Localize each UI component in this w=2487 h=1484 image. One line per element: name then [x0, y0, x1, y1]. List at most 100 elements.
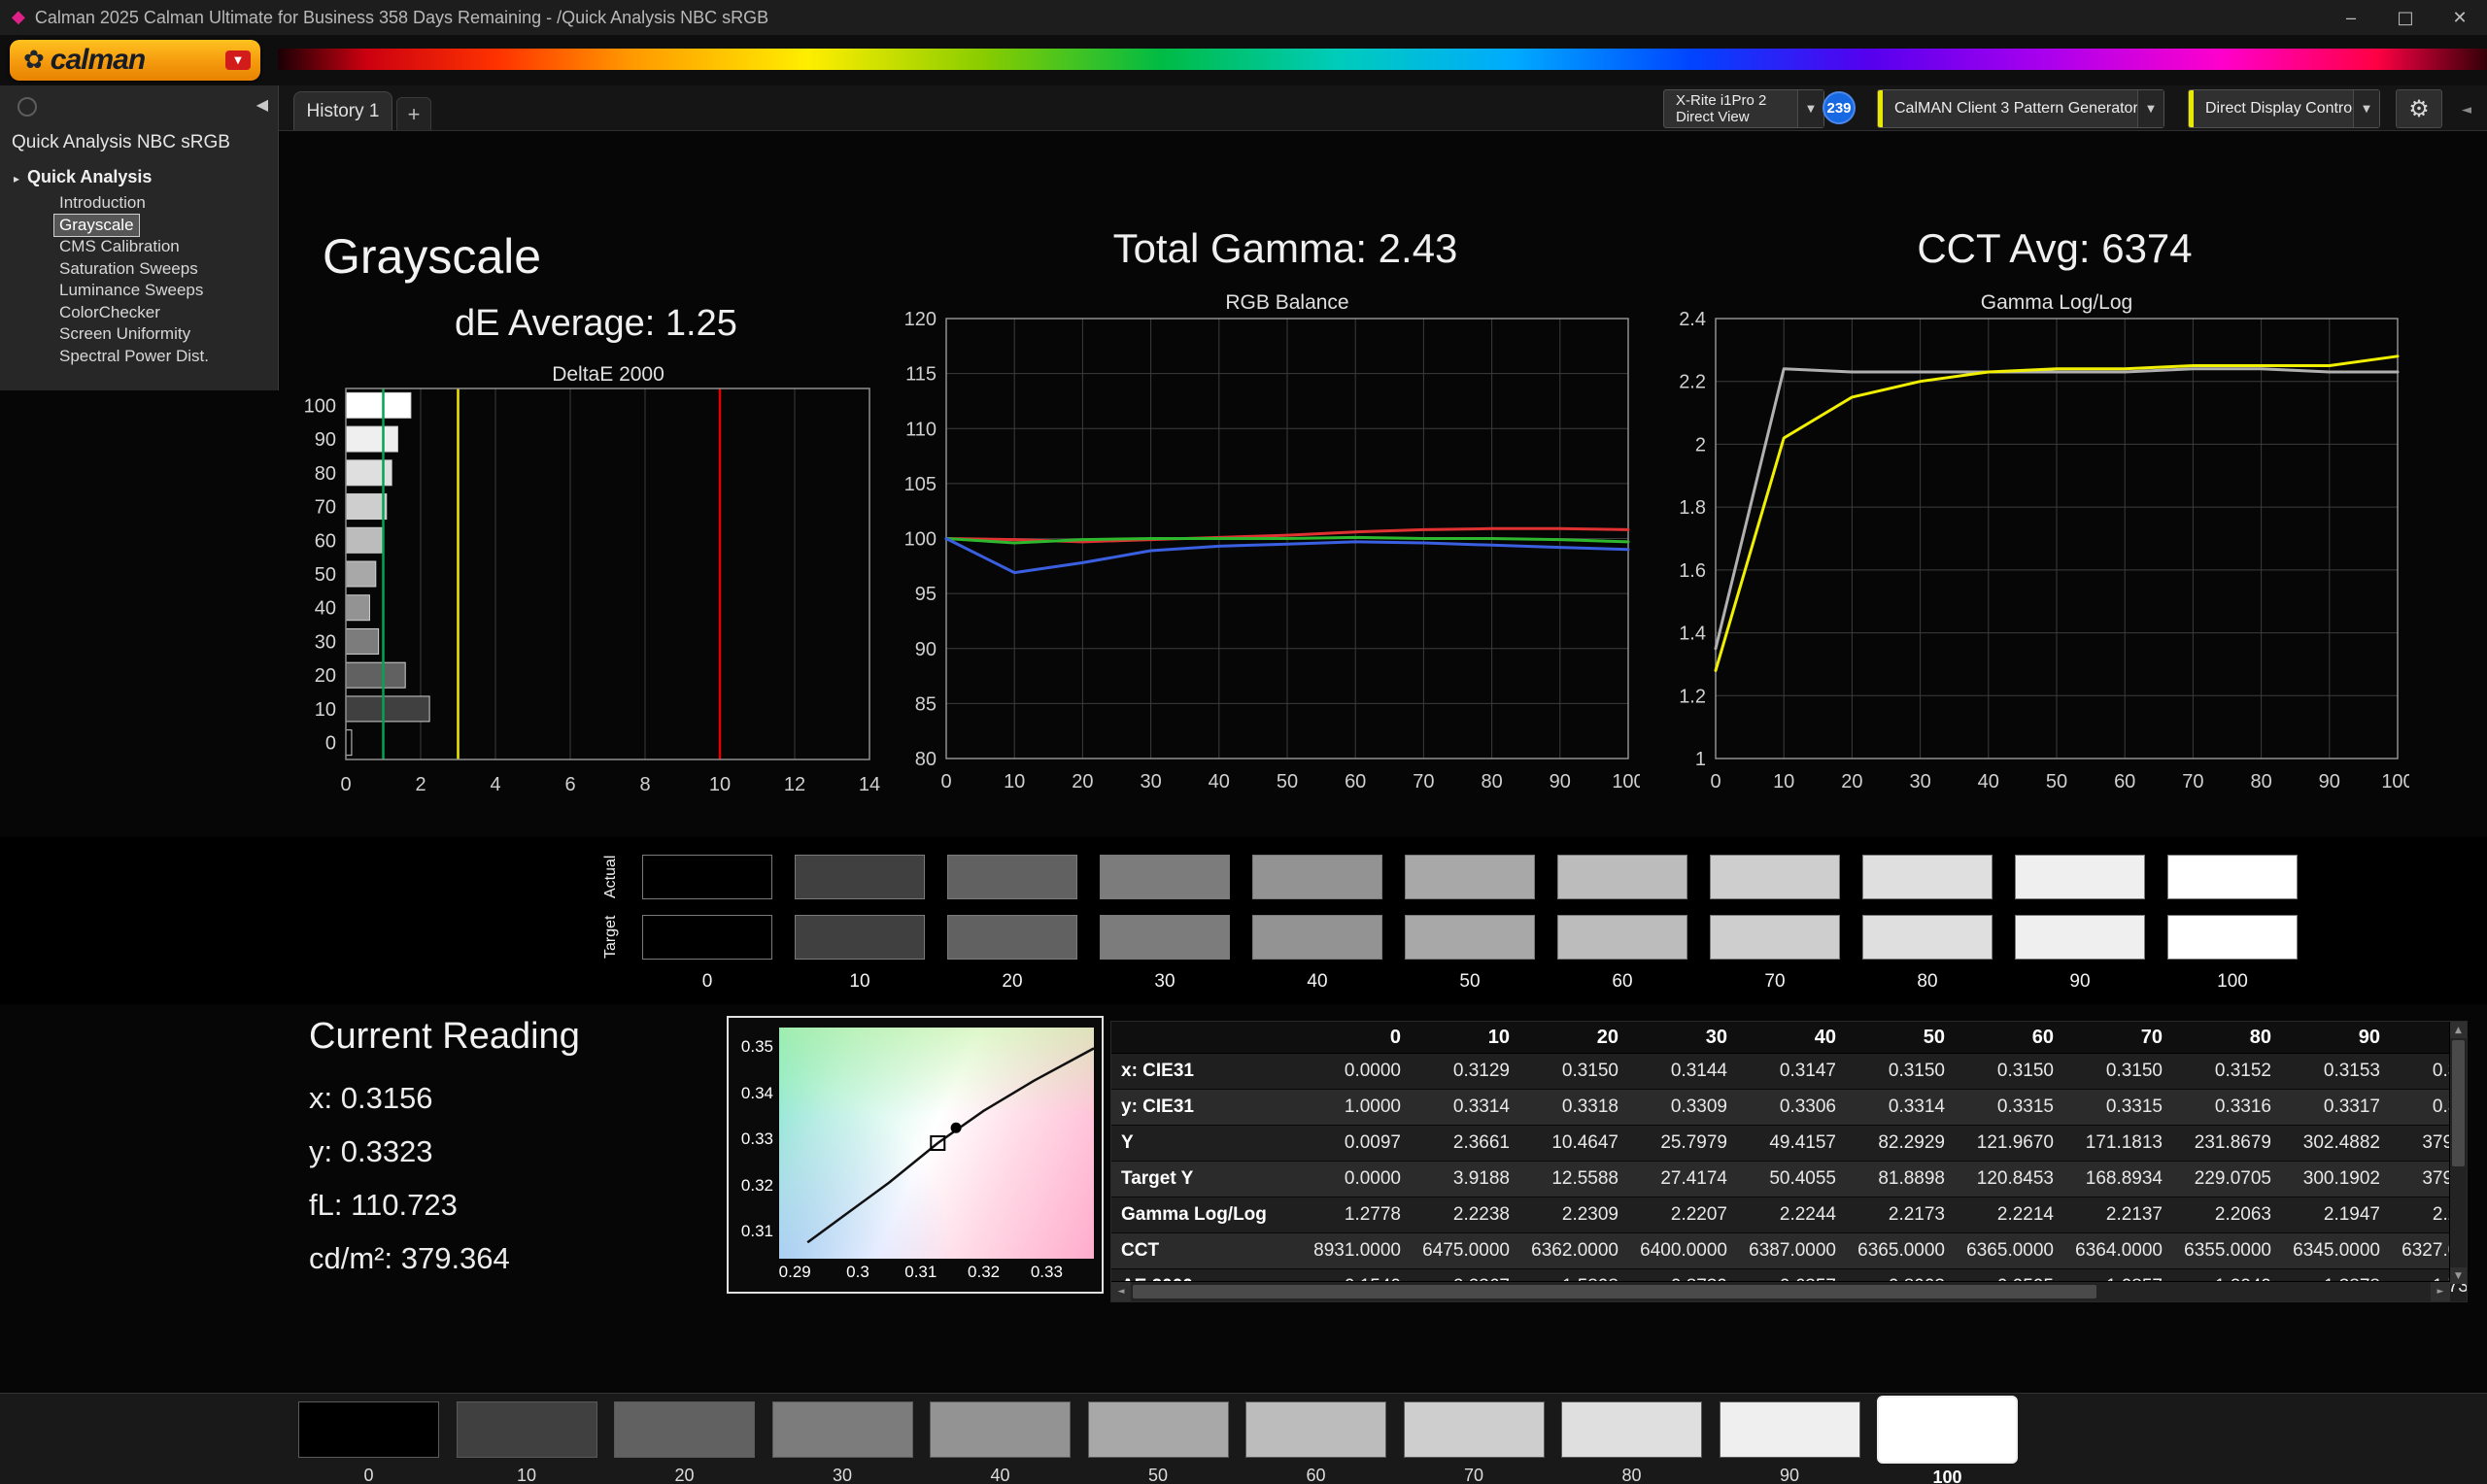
svg-text:20: 20 — [1841, 771, 1862, 793]
patch-30[interactable]: 30 — [771, 1401, 913, 1484]
calman-diamond-icon: ◆ — [12, 7, 25, 27]
target-swatch-10 — [795, 915, 925, 960]
sidebar-item-saturation-sweeps[interactable]: Saturation Sweeps — [54, 258, 203, 281]
table-cell: 0.3318 — [1523, 1089, 1632, 1126]
table-cell: 50.4055 — [1741, 1161, 1850, 1197]
svg-text:2: 2 — [1695, 434, 1706, 455]
minimize-button[interactable]: – — [2324, 0, 2378, 35]
scroll-up-button[interactable]: ▲ — [2450, 1022, 2467, 1038]
target-swatch-50 — [1405, 915, 1535, 960]
deltae-bar-70 — [345, 493, 388, 521]
reading-cdm2-value: cd/m²: 379.364 — [309, 1241, 510, 1275]
tab-add-button[interactable]: + — [396, 97, 431, 130]
scroll-left-button[interactable]: ◄ — [1111, 1282, 1131, 1301]
patch-70[interactable]: 70 — [1403, 1401, 1545, 1484]
table-cell: 0.3150 — [2067, 1053, 2176, 1090]
patch-100[interactable]: 100 — [1877, 1396, 2018, 1484]
svg-text:50: 50 — [2046, 771, 2067, 793]
titlebar: ◆ Calman 2025 Calman Ultimate for Busine… — [0, 0, 2487, 36]
swatch-level-label: 30 — [1154, 971, 1175, 992]
svg-text:110: 110 — [905, 419, 937, 440]
sidebar-item-luminance-sweeps[interactable]: Luminance Sweeps — [54, 280, 208, 302]
patch-swatch-20 — [614, 1401, 755, 1458]
table-row-label: CCT — [1111, 1232, 1306, 1269]
chevron-down-icon[interactable]: ▼ — [2353, 90, 2379, 127]
patch-50[interactable]: 50 — [1087, 1401, 1229, 1484]
chevron-down-icon[interactable]: ▼ — [1797, 90, 1823, 127]
target-row-label: Target — [602, 915, 619, 960]
grayscale-swatch-strip: Actual Target 0 10 20 30 40 50 60 70 80 90 100 — [0, 837, 2487, 1004]
patch-90[interactable]: 90 — [1719, 1401, 1860, 1484]
tree-root-quick-analysis[interactable]: ▸ Quick Analysis — [14, 167, 152, 187]
svg-text:0: 0 — [340, 774, 351, 795]
calman-app-window: ◆ Calman 2025 Calman Ultimate for Busine… — [0, 0, 2487, 1484]
pattern-generator-dropdown[interactable]: CalMAN Client 3 Pattern Generator ▼ — [1877, 89, 2164, 128]
sidebar-collapse-button[interactable]: ◀ — [256, 95, 268, 114]
svg-text:100: 100 — [304, 395, 336, 417]
table-horizontal-scrollbar[interactable]: ◄ ► — [1111, 1281, 2450, 1301]
patch-40[interactable]: 40 — [930, 1401, 1071, 1484]
actual-swatch-50 — [1405, 855, 1535, 899]
table-cell: 0.3147 — [1741, 1053, 1850, 1090]
svg-text:14: 14 — [859, 774, 880, 795]
sidebar-item-cms-calibration[interactable]: CMS Calibration — [54, 236, 185, 258]
sidebar-item-colorchecker[interactable]: ColorChecker — [54, 302, 165, 324]
patch-label: 60 — [1306, 1466, 1326, 1484]
table-cell: 0.3316 — [2176, 1089, 2285, 1126]
sidebar-item-grayscale[interactable]: Grayscale — [53, 213, 140, 237]
scroll-right-button[interactable]: ► — [2431, 1282, 2450, 1301]
actual-swatch-20 — [947, 855, 1077, 899]
table-col-header: 30 — [1632, 1022, 1741, 1054]
patch-80[interactable]: 80 — [1561, 1401, 1702, 1484]
table-cell: 10.4647 — [1523, 1125, 1632, 1162]
table-cell: 25.7979 — [1632, 1125, 1741, 1162]
patch-0[interactable]: 0 — [298, 1401, 439, 1484]
close-button[interactable]: ✕ — [2433, 0, 2487, 35]
settings-gear-button[interactable]: ⚙ — [2396, 89, 2442, 128]
table-cell: 0.3150 — [1523, 1053, 1632, 1090]
tree-expander-icon[interactable]: ▸ — [14, 172, 19, 186]
meter-dropdown[interactable]: X-Rite i1Pro 2 Direct View ▼ — [1663, 89, 1824, 128]
calman-logo-text: calman — [50, 44, 146, 76]
swatch-level-label: 0 — [701, 971, 713, 992]
table-cell: 6365.0000 — [1959, 1232, 2067, 1269]
tab-history-1[interactable]: History 1 — [293, 91, 392, 130]
sidebar-item-introduction[interactable]: Introduction — [54, 192, 151, 215]
collapse-panel-arrow-icon[interactable]: ◄ — [2456, 97, 2477, 122]
chevron-down-icon[interactable]: ▼ — [2137, 90, 2163, 127]
table-cell: 12.5588 — [1523, 1161, 1632, 1197]
table-cell: 2.2173 — [1850, 1197, 1959, 1233]
meter-dropdown-label: X-Rite i1Pro 2 Direct View — [1676, 92, 1767, 125]
sidebar-item-screen-uniformity[interactable]: Screen Uniformity — [54, 323, 195, 346]
horizontal-scroll-thumb[interactable] — [1133, 1285, 2097, 1298]
swatch-level-label: 50 — [1459, 971, 1481, 992]
actual-swatch-100 — [2167, 855, 2298, 899]
logo-dropdown-arrow-icon[interactable]: ▼ — [225, 51, 251, 70]
workflow-title: Quick Analysis NBC sRGB — [12, 132, 230, 152]
deltae-bar-30 — [345, 627, 380, 655]
table-cell: 0.3314 — [1850, 1089, 1959, 1126]
patch-60[interactable]: 60 — [1245, 1401, 1386, 1484]
meter-count-badge[interactable]: 239 — [1823, 91, 1856, 124]
table-col-header: 40 — [1741, 1022, 1850, 1054]
maximize-button[interactable]: □ — [2378, 0, 2433, 35]
svg-text:50: 50 — [1277, 771, 1298, 793]
vertical-scroll-thumb[interactable] — [2452, 1040, 2465, 1166]
patch-label: 30 — [832, 1466, 853, 1484]
swatch-level-label: 40 — [1307, 971, 1328, 992]
scroll-down-button[interactable]: ▼ — [2450, 1267, 2467, 1284]
calman-logo-menu[interactable]: ✿ calman ▼ — [10, 40, 260, 81]
svg-text:95: 95 — [915, 584, 937, 605]
table-cell: 81.8898 — [1850, 1161, 1959, 1197]
actual-swatch-70 — [1710, 855, 1840, 899]
cie-y-tick-label: 0.31 — [740, 1222, 773, 1241]
table-cell: 6355.0000 — [2176, 1232, 2285, 1269]
deltae-bar-chart: 0 2 4 6 8 10 12 141009080706050403020100 — [304, 388, 880, 795]
patch-20[interactable]: 20 — [614, 1401, 755, 1484]
table-vertical-scrollbar[interactable]: ▲ ▼ — [2449, 1022, 2467, 1284]
display-control-dropdown[interactable]: Direct Display Control ▼ — [2188, 89, 2380, 128]
table-cell: 0.3315 — [1959, 1089, 2067, 1126]
patch-10[interactable]: 10 — [456, 1401, 597, 1484]
sidebar-item-spectral-power-dist-[interactable]: Spectral Power Dist. — [54, 346, 214, 368]
cie-x-tick-label: 0.3 — [846, 1263, 869, 1281]
